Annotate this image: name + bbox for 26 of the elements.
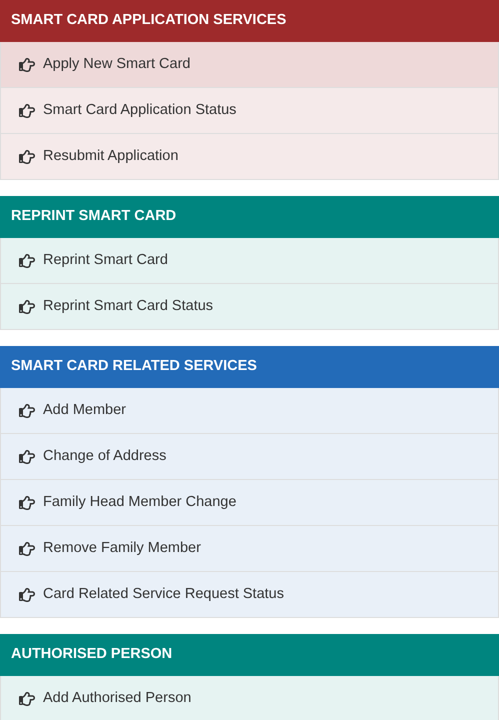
menu-item[interactable]: Reprint Smart Card Status (0, 284, 499, 330)
menu-item[interactable]: Remove Family Member (0, 526, 499, 572)
menu-item[interactable]: Add Member (0, 388, 499, 434)
pointing-hand-icon (19, 586, 35, 602)
pointing-hand-icon (19, 690, 35, 706)
pointing-hand-icon (19, 252, 35, 268)
pointing-hand-icon (19, 298, 35, 314)
menu-item[interactable]: Add Authorised Person (0, 676, 499, 720)
menu-item[interactable]: Card Related Service Request Status (0, 572, 499, 618)
menu-item[interactable]: Reprint Smart Card (0, 238, 499, 284)
menu-item[interactable]: Apply New Smart Card (0, 42, 499, 88)
pointing-hand-icon (19, 56, 35, 72)
menu-item[interactable]: Resubmit Application (0, 134, 499, 180)
panel-header: SMART CARD APPLICATION SERVICES (0, 0, 499, 42)
menu-item[interactable]: Smart Card Application Status (0, 88, 499, 134)
panel-header: REPRINT SMART CARD (0, 196, 499, 238)
panel-header: AUTHORISED PERSON (0, 634, 499, 676)
menu-item[interactable]: Change of Address (0, 434, 499, 480)
pointing-hand-icon (19, 448, 35, 464)
pointing-hand-icon (19, 494, 35, 510)
menu-item[interactable]: Family Head Member Change (0, 480, 499, 526)
pointing-hand-icon (19, 102, 35, 118)
pointing-hand-icon (19, 402, 35, 418)
pointing-hand-icon (19, 148, 35, 164)
pointing-hand-icon (19, 540, 35, 556)
panel-header: SMART CARD RELATED SERVICES (0, 346, 499, 388)
